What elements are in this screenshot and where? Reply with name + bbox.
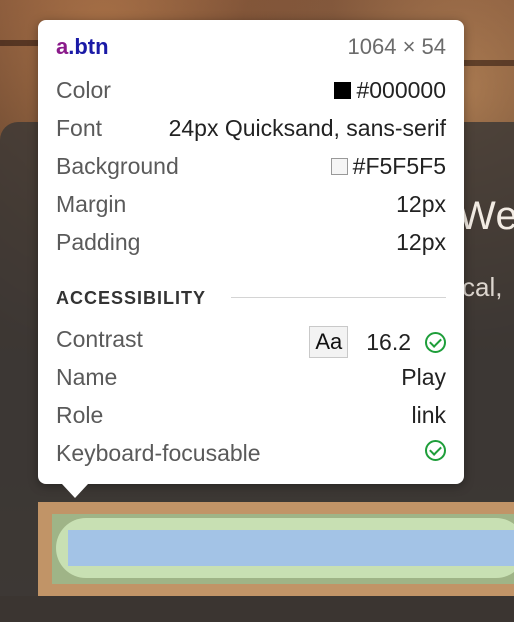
- check-circle-icon: [425, 440, 446, 461]
- element-selector: a.btn: [56, 34, 109, 60]
- accessibility-keyboard: Keyboard-focusable: [56, 440, 446, 470]
- property-label: Role: [56, 402, 104, 428]
- accessibility-contrast: Contrast Aa 16.2: [56, 326, 446, 358]
- selector-tag: a: [56, 34, 69, 59]
- hero-heading: Wel: [458, 194, 514, 238]
- selector-class: .btn: [68, 34, 109, 59]
- property-font: Font 24px Quicksand, sans-serif: [56, 115, 446, 145]
- hero-text: cal,: [462, 272, 503, 302]
- property-label: Margin: [56, 191, 127, 217]
- property-value: 24px Quicksand, sans-serif: [168, 115, 446, 141]
- property-value: link: [411, 402, 446, 428]
- property-label: Background: [56, 153, 179, 179]
- property-label: Padding: [56, 229, 141, 255]
- tooltip-arrow: [62, 484, 88, 498]
- property-label: Keyboard-focusable: [56, 440, 261, 466]
- property-value: #000000: [356, 77, 446, 103]
- property-value: 12px: [396, 229, 446, 255]
- contrast-sample: Aa: [309, 326, 349, 358]
- property-value: #F5F5F5: [352, 153, 446, 179]
- content-highlight: [68, 530, 514, 566]
- inspect-tooltip: a.btn 1064 × 54 Color #000000 Font 24px …: [38, 20, 464, 484]
- section-divider: [231, 297, 446, 298]
- contrast-ratio: 16.2: [366, 328, 411, 355]
- property-label: Contrast: [56, 326, 143, 352]
- property-label: Font: [56, 115, 103, 141]
- property-label: Color: [56, 77, 111, 103]
- property-padding: Padding 12px: [56, 229, 446, 259]
- shelf-decoration: [460, 60, 514, 66]
- color-swatch: [334, 82, 352, 99]
- property-color: Color #000000: [56, 77, 446, 107]
- property-background: Background #F5F5F5: [56, 153, 446, 183]
- accessibility-heading: ACCESSIBILITY: [56, 288, 207, 308]
- check-circle-icon: [425, 331, 446, 353]
- color-swatch: [330, 158, 348, 175]
- accessibility-role: Role link: [56, 402, 446, 432]
- property-margin: Margin 12px: [56, 191, 446, 221]
- accessibility-name: Name Play: [56, 364, 446, 394]
- property-value: 12px: [396, 191, 446, 217]
- element-dimensions: 1064 × 54: [347, 34, 446, 59]
- property-label: Name: [56, 364, 118, 390]
- property-value: Play: [401, 364, 446, 390]
